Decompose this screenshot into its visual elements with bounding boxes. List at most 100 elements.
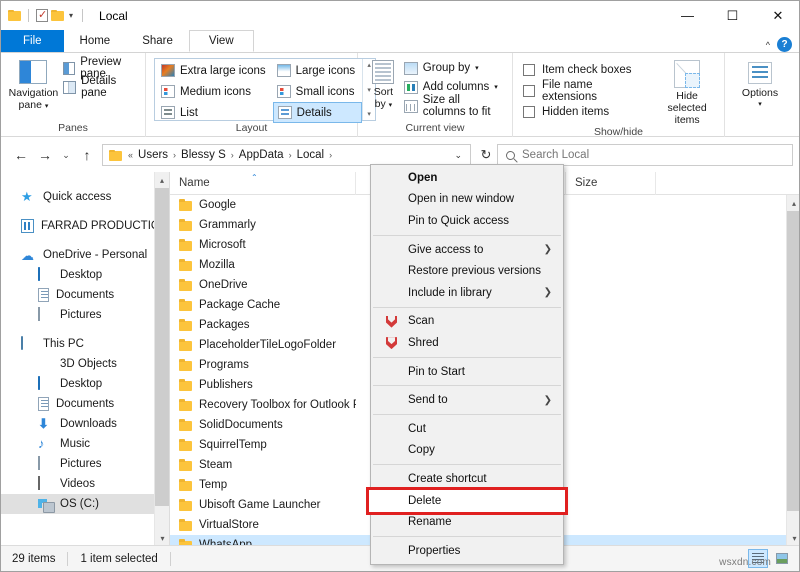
documents-icon [38, 288, 49, 302]
chevron-down-icon[interactable]: ▾ [67, 11, 75, 20]
breadcrumb-users[interactable]: Users [135, 149, 171, 161]
search-box[interactable]: Search Local [497, 144, 793, 166]
menu-item-label: Give access to [408, 243, 484, 256]
layout-list[interactable]: List [157, 102, 273, 123]
breadcrumb-overflow[interactable]: « [126, 150, 135, 160]
context-menu-item-open-in-new-window[interactable]: Open in new window [371, 189, 563, 211]
checkbox-icon[interactable] [523, 105, 535, 118]
sidebar-item-quick-access[interactable]: ★ Quick access [1, 187, 169, 207]
navigation-pane-scrollbar[interactable]: ▴ ▾ [154, 172, 169, 546]
context-menu-item-open[interactable]: Open [371, 167, 563, 189]
context-menu-item-delete[interactable]: Delete [366, 486, 568, 515]
checkbox-icon[interactable] [523, 63, 535, 76]
context-menu-item-give-access-to[interactable]: Give access to ❯ [371, 239, 563, 261]
new-folder-icon[interactable] [51, 10, 64, 21]
sidebar-item-music[interactable]: ♪ Music [1, 434, 169, 454]
context-menu-item-properties[interactable]: Properties [371, 540, 563, 562]
column-header-name[interactable]: Name [170, 171, 356, 195]
tab-share[interactable]: Share [126, 30, 189, 52]
breadcrumb-local[interactable]: Local [294, 149, 328, 161]
sidebar-item-documents[interactable]: Documents [1, 394, 169, 414]
context-menu-item-shred[interactable]: Shred [371, 332, 563, 354]
title-bar: ▾ Local — ☐ ✕ [1, 1, 799, 30]
navigation-pane-icon [19, 60, 48, 84]
sidebar-item-3d-objects[interactable]: 3D Objects [1, 354, 169, 374]
breadcrumb-blessy-s[interactable]: Blessy S [178, 149, 229, 161]
scroll-up-icon[interactable]: ▴ [787, 195, 799, 211]
scroll-up-icon[interactable]: ▴ [155, 172, 169, 188]
sidebar-item-label: Documents [56, 289, 115, 301]
scrollbar-thumb[interactable] [155, 188, 169, 506]
collapse-ribbon-icon[interactable]: ^ [766, 40, 770, 50]
file-name-extensions-option[interactable]: File name extensions [523, 79, 650, 103]
checkbox-icon[interactable] [523, 84, 535, 97]
context-menu-item-copy[interactable]: Copy [371, 440, 563, 462]
sort-by-label-line2: by ▾ [374, 98, 393, 110]
breadcrumb-separator[interactable]: › [229, 150, 236, 160]
properties-icon[interactable] [36, 8, 48, 22]
details-pane-button[interactable]: Details pane [60, 75, 139, 99]
context-menu-item-scan[interactable]: Scan [371, 311, 563, 333]
forward-button[interactable]: → [33, 143, 57, 167]
breadcrumb-separator[interactable]: › [327, 150, 334, 160]
refresh-button[interactable]: ↻ [475, 147, 497, 163]
recent-locations-button[interactable]: ⌄ [57, 143, 75, 167]
layout-medium-icons[interactable]: Medium icons [157, 81, 273, 102]
close-button[interactable]: ✕ [755, 1, 799, 30]
file-list-scrollbar[interactable]: ▴ ▾ [786, 195, 799, 546]
sidebar-item-onedrive-pictures[interactable]: Pictures [1, 305, 169, 325]
sidebar-item-farrad-production[interactable]: FARRAD PRODUCTION [1, 216, 169, 236]
breadcrumb-appdata[interactable]: AppData [236, 149, 287, 161]
navigation-pane-button[interactable]: Navigation pane ▾ [7, 57, 60, 113]
context-menu-item-send-to[interactable]: Send to ❯ [371, 389, 563, 411]
size-all-columns-button[interactable]: Size all columns to fit [401, 94, 506, 118]
sidebar-item-onedrive-desktop[interactable]: Desktop [1, 265, 169, 285]
layout-details[interactable]: Details [272, 102, 363, 123]
context-menu-item-pin-to-quick-access[interactable]: Pin to Quick access [371, 210, 563, 232]
chevron-down-icon[interactable]: ⌄ [448, 150, 468, 161]
sidebar-item-downloads[interactable]: ⬇ Downloads [1, 414, 169, 434]
group-label-panes: Panes [58, 122, 88, 134]
item-check-boxes-option[interactable]: Item check boxes [523, 59, 650, 80]
file-name: Programs [199, 359, 249, 371]
column-header-size[interactable]: Size [566, 171, 656, 195]
layout-extra-large-icons[interactable]: Extra large icons [157, 60, 273, 81]
menu-item-label: Include in library [408, 286, 492, 299]
context-menu-item-cut[interactable]: Cut [371, 418, 563, 440]
breadcrumb-separator[interactable]: › [171, 150, 178, 160]
sidebar-item-os-c[interactable]: OS (C:) [1, 494, 169, 514]
sidebar-item-desktop[interactable]: Desktop [1, 374, 169, 394]
back-button[interactable]: ← [9, 143, 33, 167]
layout-large-icons[interactable]: Large icons [273, 60, 362, 81]
scroll-down-icon[interactable]: ▾ [787, 530, 799, 546]
sidebar-item-onedrive-documents[interactable]: Documents [1, 285, 169, 305]
window-title: Local [99, 8, 128, 23]
maximize-button[interactable]: ☐ [710, 1, 755, 30]
ribbon-tab-actions: ^ ? [766, 37, 799, 52]
tab-file[interactable]: File [1, 30, 64, 52]
context-menu-item-include-in-library[interactable]: Include in library ❯ [371, 282, 563, 304]
layout-small-icons[interactable]: Small icons [273, 81, 362, 102]
hidden-items-option[interactable]: Hidden items [523, 101, 650, 122]
scrollbar-thumb[interactable] [787, 211, 799, 511]
hide-selected-items-button[interactable]: Hide selected items [656, 57, 718, 126]
group-by-button[interactable]: Group by ▾ [401, 59, 506, 77]
breadcrumb[interactable]: « Users › Blessy S › AppData › Local › ⌄ [102, 144, 471, 166]
context-menu-item-restore-previous-versions[interactable]: Restore previous versions [371, 260, 563, 282]
sidebar-item-videos[interactable]: Videos [1, 474, 169, 494]
sidebar-item-this-pc[interactable]: This PC [1, 334, 169, 354]
sidebar-item-onedrive-personal[interactable]: ☁ OneDrive - Personal [1, 245, 169, 265]
up-button[interactable]: ↑ [75, 143, 99, 167]
sidebar-item-pictures[interactable]: Pictures [1, 454, 169, 474]
tab-home[interactable]: Home [64, 30, 127, 52]
sort-by-button[interactable]: Sort by ▾ [366, 57, 401, 112]
help-icon[interactable]: ? [777, 37, 792, 52]
large-icons-view-button[interactable] [772, 549, 792, 568]
minimize-button[interactable]: — [665, 1, 710, 30]
options-button[interactable]: Options ▾ [731, 59, 789, 111]
context-menu-item-pin-to-start[interactable]: Pin to Start [371, 361, 563, 383]
tab-view[interactable]: View [188, 30, 254, 52]
scroll-down-icon[interactable]: ▾ [155, 530, 169, 546]
breadcrumb-separator[interactable]: › [287, 150, 294, 160]
